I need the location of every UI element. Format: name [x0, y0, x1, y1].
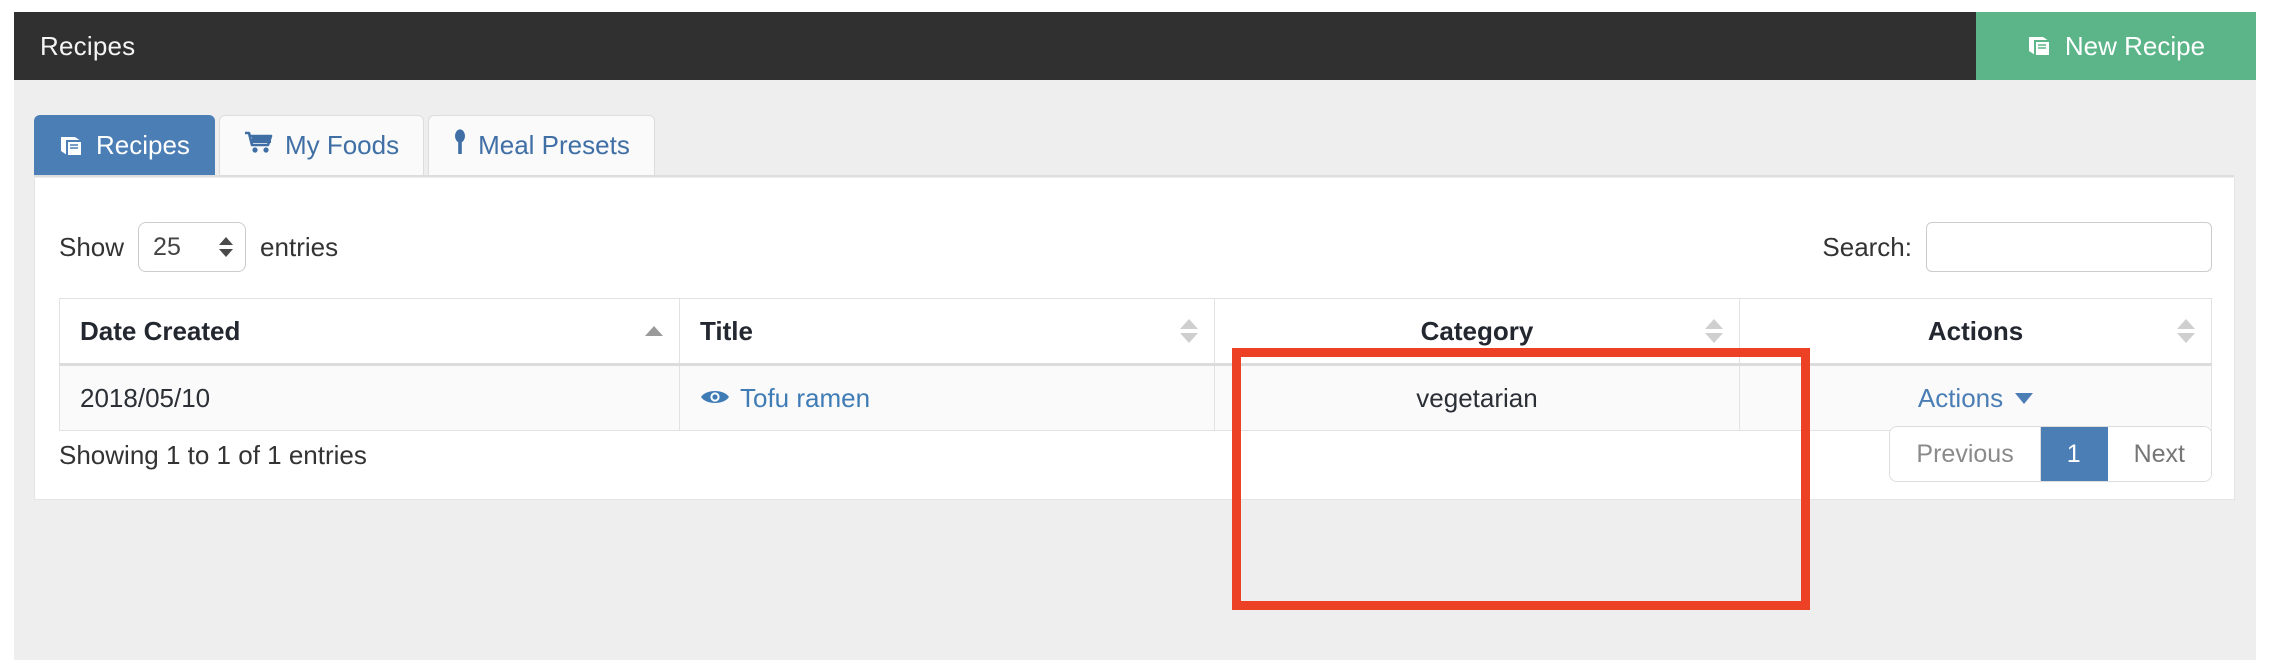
column-header-actions[interactable]: Actions [1739, 298, 2212, 366]
navbar-brand-label: Recipes [40, 30, 136, 61]
row-actions-label: Actions [1917, 382, 2004, 413]
pagination: Previous 1 Next [1889, 426, 2212, 482]
spoon-icon [453, 129, 467, 162]
top-navbar: Recipes New Recipe [14, 12, 2256, 80]
column-header-actions-label: Actions [1927, 315, 2024, 346]
page-body: Recipes My Foods Meal Presets Show 25 en… [14, 80, 2256, 660]
table-info: Showing 1 to 1 of 1 entries [59, 440, 367, 470]
pagination-next[interactable]: Next [2107, 427, 2211, 481]
page-length-value: 25 [153, 232, 181, 261]
tab-recipes[interactable]: Recipes [34, 115, 215, 175]
column-header-date-created[interactable]: Date Created [59, 298, 680, 366]
search-input[interactable] [1926, 222, 2212, 272]
entries-label: entries [260, 231, 339, 262]
cell-actions: Actions [1739, 364, 2212, 431]
column-header-date-created-label: Date Created [80, 315, 241, 346]
pagination-previous[interactable]: Previous [1890, 427, 2041, 481]
sort-toggle-icon [2177, 319, 2195, 343]
sort-toggle-icon [1180, 319, 1198, 343]
column-header-category-label: Category [1420, 315, 1534, 346]
sort-toggle-icon [1705, 319, 1723, 343]
tab-meal-presets-label: Meal Presets [478, 130, 630, 160]
table-body: 2018/05/10 Tofu ramen vegetarian Actions [59, 364, 2212, 431]
shopping-cart-icon [244, 130, 274, 161]
sort-ascending-icon [645, 326, 663, 336]
pagination-page-1[interactable]: 1 [2040, 427, 2108, 481]
cell-category: vegetarian [1214, 364, 1740, 431]
row-actions-dropdown[interactable]: Actions [1917, 382, 2034, 414]
navbar-brand[interactable]: Recipes [14, 12, 135, 80]
book-icon [59, 135, 85, 157]
stepper-arrows-icon [219, 237, 234, 257]
page-length-control: Show 25 entries [59, 222, 338, 272]
eye-icon [700, 383, 730, 414]
show-label: Show [59, 231, 125, 262]
recipes-card: Show 25 entries Search: Date Created Tit… [34, 178, 2235, 500]
tab-meal-presets[interactable]: Meal Presets [428, 115, 655, 175]
page-root: Recipes New Recipe Recipes My Foods Meal… [0, 0, 2270, 660]
chevron-down-icon [2015, 392, 2034, 404]
tab-recipes-label: Recipes [96, 130, 190, 160]
tab-bar: Recipes My Foods Meal Presets [34, 115, 2234, 177]
book-icon [2027, 35, 2053, 57]
search-label: Search: [1822, 231, 1912, 262]
table-controls: Show 25 entries Search: [35, 222, 2234, 284]
recipes-table: Date Created Title Category Actions 2018… [59, 298, 2212, 431]
new-recipe-label: New Recipe [2064, 30, 2206, 61]
cell-date-created: 2018/05/10 [59, 364, 680, 431]
new-recipe-button[interactable]: New Recipe [1976, 12, 2256, 80]
recipe-title-link[interactable]: Tofu ramen [700, 383, 870, 414]
tab-my-foods-label: My Foods [284, 130, 400, 160]
page-length-select[interactable]: 25 [138, 222, 247, 272]
tab-my-foods[interactable]: My Foods [218, 115, 425, 175]
cell-title: Tofu ramen [679, 364, 1215, 431]
table-header-row: Date Created Title Category Actions [59, 298, 2212, 366]
table-header: Date Created Title Category Actions [59, 298, 2212, 366]
column-header-category[interactable]: Category [1214, 298, 1740, 366]
search-control: Search: [1822, 222, 2212, 272]
column-header-title[interactable]: Title [679, 298, 1215, 366]
table-row: 2018/05/10 Tofu ramen vegetarian Actions [59, 364, 2212, 431]
recipe-title-label: Tofu ramen [740, 382, 871, 413]
column-header-title-label: Title [700, 315, 753, 346]
